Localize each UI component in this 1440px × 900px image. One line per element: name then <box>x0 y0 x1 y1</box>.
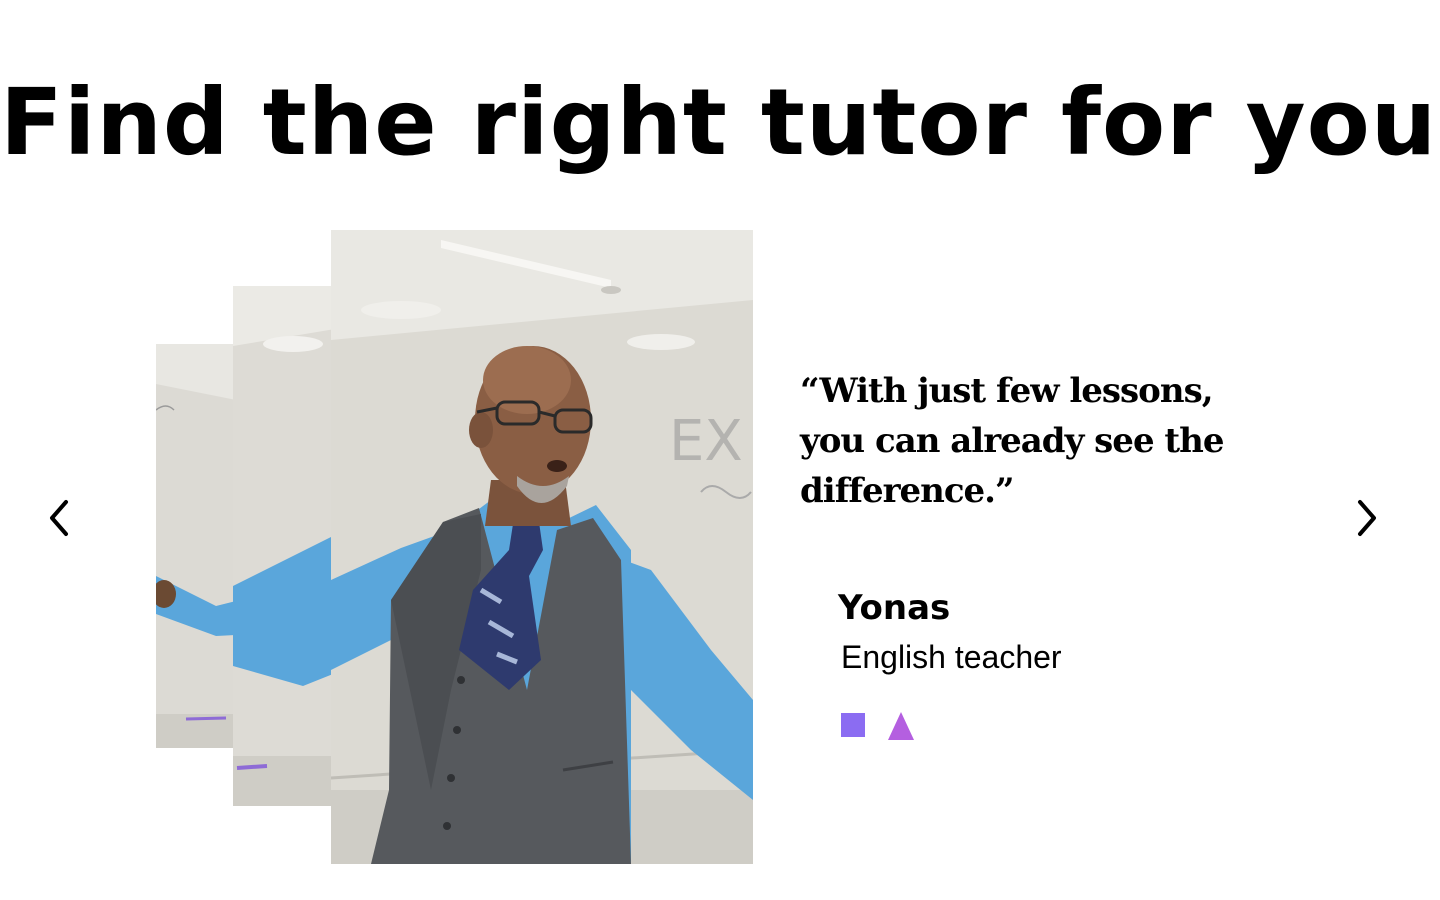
page-headline: Find the right tutor for you. <box>0 69 1440 176</box>
chevron-left-icon <box>50 500 68 536</box>
triangle-shape-icon <box>888 712 914 740</box>
tutor-name: Yonas <box>838 588 951 628</box>
tutor-role: English teacher <box>841 639 1062 675</box>
tutor-photo-card-front[interactable]: EX <box>331 230 753 864</box>
carousel-next-button[interactable] <box>1344 496 1388 540</box>
testimonial-quote: “With just few lessons, you can already … <box>800 371 1224 511</box>
svg-text:EX: EX <box>669 409 743 474</box>
chevron-right-icon <box>1358 500 1376 536</box>
square-shape-icon <box>841 713 865 737</box>
tutor-photo: EX <box>331 230 753 864</box>
carousel-prev-button[interactable] <box>38 496 82 540</box>
